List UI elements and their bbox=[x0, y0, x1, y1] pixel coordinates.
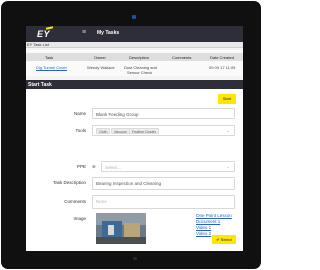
task-table: Task Owner Description Comments Date Cre… bbox=[26, 50, 243, 76]
document-1-link[interactable]: Document 1 bbox=[196, 219, 220, 224]
date-created-cell: 09 09 17 11:09 bbox=[209, 65, 236, 70]
page-background: EY ≡ My Tasks EY Task List Task Owner De… bbox=[0, 0, 262, 270]
task-link[interactable]: Dig Tunnel Cover bbox=[36, 65, 67, 70]
column-header-comments[interactable]: Comments bbox=[172, 55, 191, 60]
task-description-label: Task Description bbox=[52, 180, 86, 185]
ppe-placeholder: Select... bbox=[105, 165, 122, 170]
hamburger-menu-icon[interactable]: ≡ bbox=[82, 29, 86, 36]
description-cell-line2: Sensor Check bbox=[127, 70, 153, 75]
breadcrumb-bar: EY Task List bbox=[26, 42, 243, 48]
select-button[interactable]: ✔ Select bbox=[212, 235, 236, 244]
breadcrumb[interactable]: EY Task List bbox=[27, 42, 49, 47]
ppe-select[interactable]: Select... ⌄ bbox=[101, 161, 235, 172]
comments-label: Comments bbox=[64, 199, 86, 204]
tool-chip[interactable]: Vacuum bbox=[111, 128, 130, 134]
column-header-task[interactable]: Task bbox=[45, 55, 53, 60]
column-header-description[interactable]: Description bbox=[129, 55, 149, 60]
plus-circle-icon[interactable]: ⊕ bbox=[92, 164, 96, 170]
equipment-image[interactable] bbox=[96, 213, 146, 244]
app-header: EY ≡ My Tasks bbox=[26, 26, 243, 42]
page-title: My Tasks bbox=[97, 30, 120, 36]
app-screen: EY ≡ My Tasks EY Task List Task Owner De… bbox=[26, 26, 243, 251]
task-description-field[interactable]: Bearing Inspection and Cleaning bbox=[92, 177, 235, 190]
tools-label: Tools bbox=[75, 128, 86, 133]
video-2-link[interactable]: Video 2 bbox=[196, 231, 211, 236]
comments-placeholder: None bbox=[96, 199, 107, 204]
ppe-label: PPE bbox=[76, 164, 86, 169]
modal-header: Start Task bbox=[26, 80, 243, 89]
comments-field[interactable]: None bbox=[92, 195, 235, 209]
video-1-link[interactable]: Video 1 bbox=[196, 225, 211, 230]
start-task-modal: Start Task Start Name Blank Feeding Grou… bbox=[26, 80, 243, 251]
camera-icon bbox=[132, 15, 136, 19]
column-header-date-created[interactable]: Date Created bbox=[210, 55, 234, 60]
ey-logo: EY bbox=[37, 29, 51, 39]
chevron-down-icon[interactable]: ⌄ bbox=[227, 128, 230, 133]
tablet-frame: EY ≡ My Tasks EY Task List Task Owner De… bbox=[1, 1, 261, 269]
tools-multiselect[interactable]: Cloth Vacuum Feather Duster ⌄ bbox=[92, 125, 235, 136]
name-field[interactable]: Blank Feeding Group bbox=[92, 108, 235, 119]
modal-title: Start Task bbox=[28, 82, 52, 88]
name-label: Name bbox=[73, 111, 86, 116]
chevron-down-icon[interactable]: ⌄ bbox=[227, 164, 230, 169]
home-button[interactable] bbox=[133, 257, 137, 260]
tool-chip[interactable]: Feather Duster bbox=[129, 128, 159, 134]
start-button[interactable]: Start bbox=[218, 94, 236, 104]
task-table-header: Task Owner Description Comments Date Cre… bbox=[26, 53, 243, 61]
column-header-owner[interactable]: Owner bbox=[94, 55, 106, 60]
name-value: Blank Feeding Group bbox=[96, 112, 139, 117]
task-description-value: Bearing Inspection and Cleaning bbox=[96, 181, 162, 186]
owner-cell: Wendy Wallace bbox=[87, 65, 115, 70]
image-label: Image bbox=[73, 216, 86, 221]
tool-chip[interactable]: Cloth bbox=[96, 128, 111, 134]
one-point-lesson-link[interactable]: One Point Lesson bbox=[196, 213, 232, 218]
